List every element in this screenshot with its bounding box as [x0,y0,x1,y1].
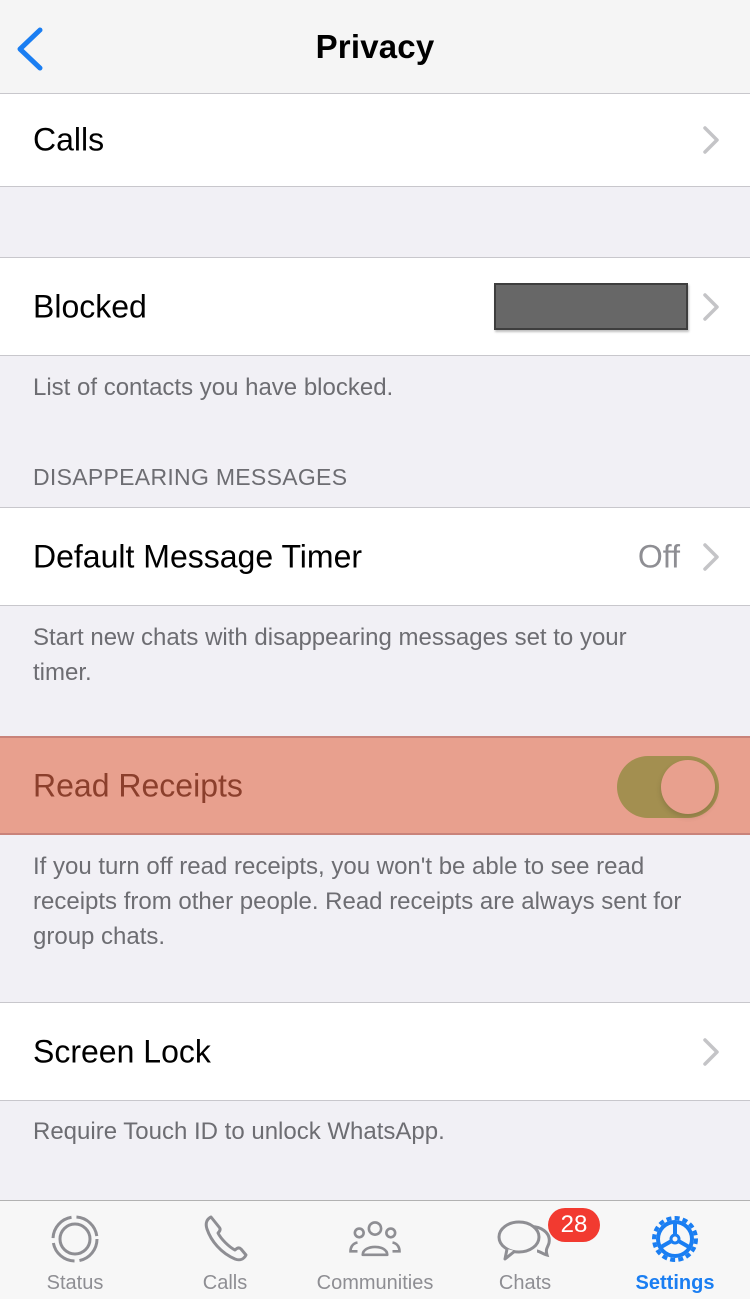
status-icon [51,1215,99,1263]
calls-row[interactable]: Calls [0,93,750,187]
blocked-row[interactable]: Blocked [0,257,750,356]
phone-icon [204,1215,248,1262]
tab-settings-label: Settings [635,1272,715,1294]
screen-lock-label: Screen Lock [33,1033,211,1069]
chevron-right-icon [703,126,719,154]
tab-settings[interactable]: Settings [600,1201,750,1299]
tab-chats-label: Chats [498,1272,552,1294]
tab-communities[interactable]: Communities [300,1201,450,1299]
default-message-timer-label: Default Message Timer [33,538,363,574]
read-receipts-footer: If you turn off read receipts, you won't… [33,853,682,950]
chevron-right-icon [703,542,719,571]
communities-icon [349,1221,401,1257]
default-message-timer-row[interactable]: Default Message Timer Off [0,507,750,606]
calls-label: Calls [33,121,105,158]
default-message-timer-value: Off [637,538,680,574]
settings-gear-icon [652,1216,698,1262]
tab-communities-label: Communities [316,1272,434,1294]
read-receipts-row: Read Receipts [0,736,750,835]
disappearing-messages-header: DISAPPEARING MESSAGES [33,464,348,490]
toggle-knob [661,760,715,814]
blocked-footer: List of contacts you have blocked. [33,374,394,401]
chevron-right-icon [703,292,719,321]
read-receipts-label: Read Receipts [33,767,243,803]
tab-bar: Status Calls Communities Chats Settings [0,1200,750,1299]
chats-icon [497,1220,551,1261]
chevron-right-icon [703,1037,719,1066]
tab-status[interactable]: Status [0,1201,150,1299]
disappearing-footer: Start new chats with disappearing messag… [33,624,627,686]
page-title: Privacy [315,28,435,65]
screen-lock-row[interactable]: Screen Lock [0,1002,750,1101]
tab-calls-label: Calls [202,1272,248,1294]
tab-status-label: Status [46,1272,104,1294]
redacted-blocked-count [494,283,688,330]
chats-unread-badge: 28 [548,1208,600,1242]
navigation-bar: Privacy [0,0,750,94]
screen-lock-footer: Require Touch ID to unlock WhatsApp. [33,1118,445,1145]
read-receipts-toggle[interactable] [617,756,719,818]
tab-calls[interactable]: Calls [150,1201,300,1299]
blocked-label: Blocked [33,288,147,324]
